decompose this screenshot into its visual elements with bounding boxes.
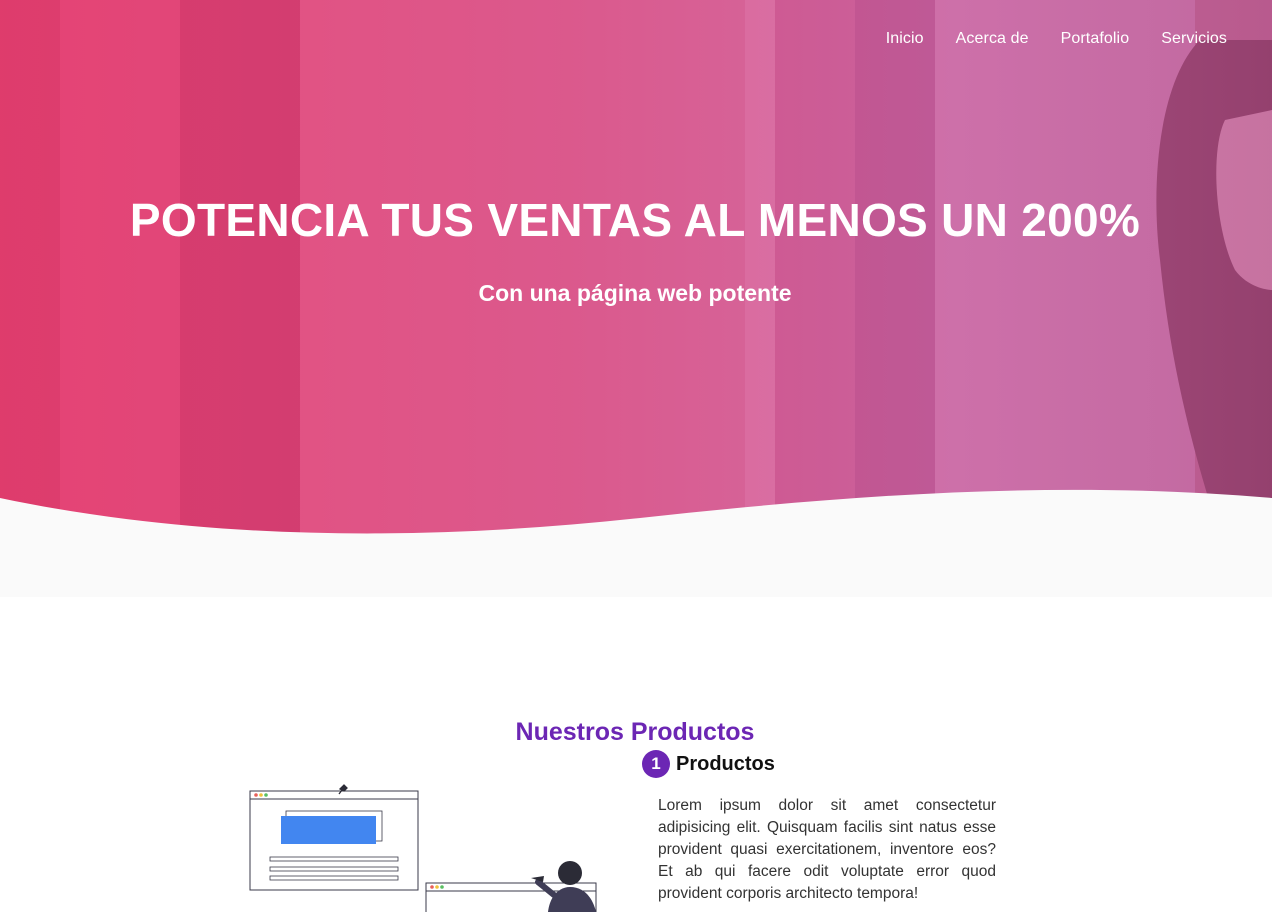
product-heading: 1 Productos (642, 750, 775, 778)
hero-title: POTENCIA TUS VENTAS AL MENOS UN 200% (129, 194, 1141, 246)
hero-subtitle: Con una página web potente (478, 280, 792, 306)
section-title: Nuestros Productos (515, 718, 755, 746)
nav-link-acerca-de[interactable]: Acerca de (956, 30, 1029, 48)
web-design-illustration (249, 784, 597, 912)
hero-section: Inicio Acerca de Portafolio Servicios PO… (0, 0, 1272, 597)
nav-link-portafolio[interactable]: Portafolio (1061, 30, 1130, 48)
nav-link-servicios[interactable]: Servicios (1161, 30, 1227, 48)
product-number-badge: 1 (642, 750, 670, 778)
main-nav: Inicio Acerca de Portafolio Servicios (886, 30, 1227, 48)
product-title: Productos (676, 752, 775, 775)
product-description: Lorem ipsum dolor sit amet consectetur a… (658, 797, 996, 902)
hero-wave-divider (0, 489, 1272, 597)
nav-link-inicio[interactable]: Inicio (886, 30, 924, 48)
